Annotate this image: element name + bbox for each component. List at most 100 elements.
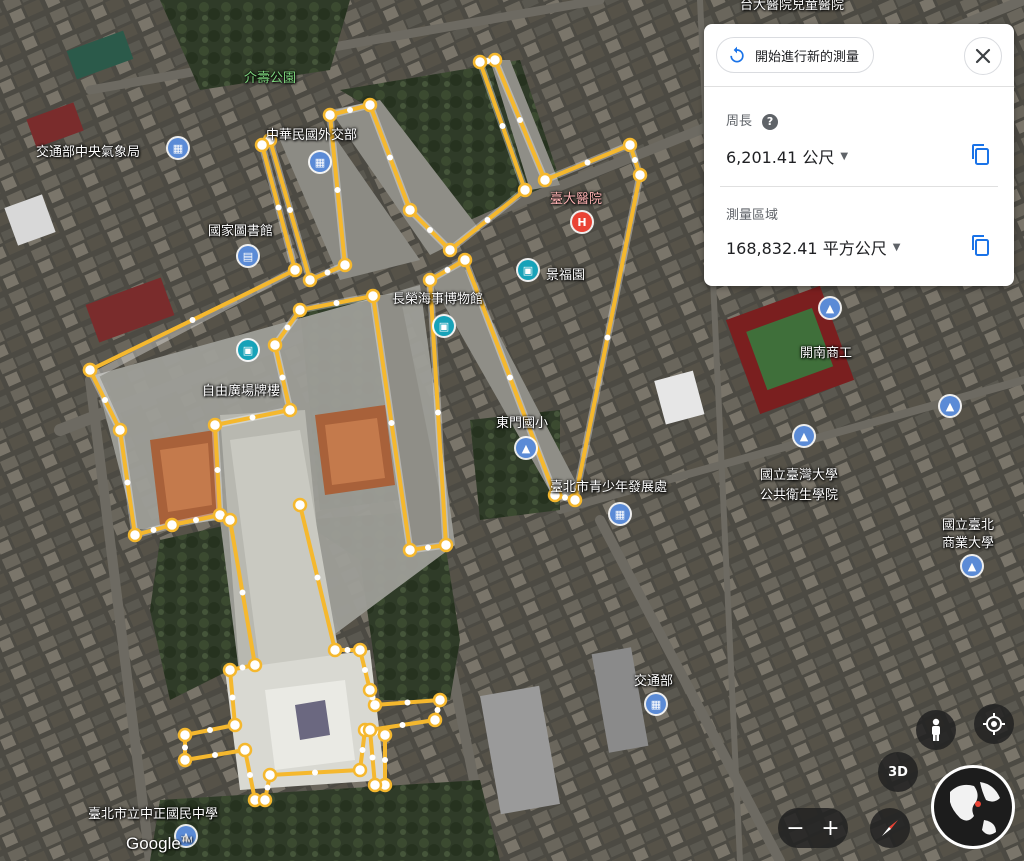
new-measurement-button[interactable]: 開始進行新的測量 [716, 37, 875, 73]
measurement-midpoint[interactable] [362, 667, 368, 673]
measurement-midpoint[interactable] [404, 699, 411, 706]
measurement-vertex[interactable] [432, 692, 448, 708]
measurement-vertex[interactable] [427, 712, 443, 728]
measurement-midpoint[interactable] [435, 409, 441, 416]
measurement-vertex[interactable] [237, 742, 253, 758]
school-poi-icon[interactable]: ▲ [820, 298, 840, 318]
measurement-vertex[interactable] [267, 337, 283, 353]
school-poi-icon[interactable]: ▲ [940, 396, 960, 416]
measurement-midpoint[interactable] [434, 707, 441, 713]
school-poi-icon[interactable]: ▲ [962, 556, 982, 576]
measurement-vertex[interactable] [457, 252, 473, 268]
measurement-vertex[interactable] [622, 137, 638, 153]
measurement-midpoint[interactable] [189, 317, 196, 323]
measurement-midpoint[interactable] [193, 517, 199, 523]
measurement-vertex[interactable] [632, 167, 648, 183]
measurement-midpoint[interactable] [275, 204, 282, 211]
measurement-vertex[interactable] [362, 682, 378, 698]
measurement-vertex[interactable] [164, 517, 180, 533]
measurement-midpoint[interactable] [264, 784, 271, 791]
measurement-midpoint[interactable] [444, 267, 451, 273]
measurement-midpoint[interactable] [517, 117, 523, 123]
measurement-midpoint[interactable] [427, 227, 433, 233]
measurement-midpoint[interactable] [425, 544, 431, 551]
3d-toggle-button[interactable]: 3D [878, 752, 918, 792]
measurement-vertex[interactable] [327, 642, 343, 658]
copy-icon[interactable] [968, 142, 992, 166]
compass-button[interactable] [870, 808, 910, 848]
government-poi-icon[interactable]: ▦ [168, 138, 188, 158]
measurement-vertex[interactable] [367, 697, 383, 713]
zoom-in-button[interactable]: + [816, 816, 846, 841]
measurement-midpoint[interactable] [314, 574, 321, 581]
measurement-midpoint[interactable] [207, 727, 213, 733]
measurement-vertex[interactable] [302, 272, 318, 288]
measurement-vertex[interactable] [207, 417, 223, 433]
measurement-midpoint[interactable] [239, 589, 246, 596]
measurement-midpoint[interactable] [344, 647, 351, 653]
measurement-vertex[interactable] [82, 362, 98, 378]
measurement-midpoint[interactable] [102, 397, 108, 403]
perimeter-unit-dropdown[interactable]: 6,201.41 公尺 ▼ [726, 144, 848, 168]
measurement-vertex[interactable] [292, 302, 308, 318]
measurement-vertex[interactable] [292, 497, 308, 513]
measurement-midpoint[interactable] [359, 747, 366, 753]
museum-poi-icon[interactable]: ▣ [434, 316, 454, 336]
measurement-midpoint[interactable] [247, 772, 253, 778]
school-poi-icon[interactable]: ▲ [794, 426, 814, 446]
measurement-vertex[interactable] [352, 642, 368, 658]
measurement-vertex[interactable] [177, 752, 193, 768]
measurement-vertex[interactable] [177, 727, 193, 743]
measurement-vertex[interactable] [537, 172, 553, 188]
school-poi-icon[interactable]: ▲ [516, 438, 536, 458]
measurement-vertex[interactable] [487, 52, 503, 68]
hospital-poi-icon[interactable]: H [572, 212, 592, 232]
measurement-midpoint[interactable] [484, 217, 491, 223]
measurement-midpoint[interactable] [399, 722, 406, 728]
government-poi-icon[interactable]: ▦ [646, 694, 666, 714]
street-view-pegman-button[interactable] [916, 710, 956, 750]
measurement-midpoint[interactable] [387, 154, 393, 161]
measurement-vertex[interactable] [362, 97, 378, 113]
measurement-vertex[interactable] [422, 272, 438, 288]
landmark-poi-icon[interactable]: ▣ [238, 340, 258, 360]
measurement-vertex[interactable] [402, 542, 418, 558]
measurement-vertex[interactable] [322, 107, 338, 123]
measurement-midpoint[interactable] [124, 479, 131, 486]
zoom-out-button[interactable]: − [781, 816, 811, 841]
library-poi-icon[interactable]: ▤ [238, 246, 258, 266]
measurement-midpoint[interactable] [212, 752, 218, 758]
measurement-vertex[interactable] [402, 202, 418, 218]
my-location-button[interactable] [974, 704, 1014, 744]
landmark-poi-icon[interactable]: ▣ [518, 260, 538, 280]
measurement-vertex[interactable] [377, 727, 393, 743]
measurement-vertex[interactable] [367, 777, 383, 793]
measurement-midpoint[interactable] [388, 420, 395, 426]
measurement-vertex[interactable] [567, 492, 583, 508]
measurement-midpoint[interactable] [229, 694, 236, 701]
measurement-midpoint[interactable] [182, 744, 188, 751]
measurement-midpoint[interactable] [347, 107, 353, 113]
help-icon[interactable]: ? [762, 113, 779, 130]
measurement-vertex[interactable] [287, 262, 303, 278]
measurement-midpoint[interactable] [214, 467, 221, 473]
measurement-midpoint[interactable] [249, 414, 256, 421]
measurement-midpoint[interactable] [333, 300, 340, 306]
measurement-vertex[interactable] [365, 288, 381, 304]
measurement-vertex[interactable] [247, 657, 263, 673]
copy-icon[interactable] [968, 233, 992, 257]
globe-view-button[interactable] [930, 764, 1016, 850]
measurement-vertex[interactable] [438, 537, 454, 553]
measurement-midpoint[interactable] [369, 754, 376, 761]
government-poi-icon[interactable]: ▦ [310, 152, 330, 172]
measurement-midpoint[interactable] [150, 527, 157, 533]
close-button[interactable] [964, 37, 1002, 75]
measurement-vertex[interactable] [222, 512, 238, 528]
measurement-vertex[interactable] [262, 767, 278, 783]
measurement-vertex[interactable] [442, 242, 458, 258]
government-poi-icon[interactable]: ▦ [610, 504, 630, 524]
measurement-midpoint[interactable] [632, 157, 638, 163]
measurement-vertex[interactable] [282, 402, 298, 418]
measurement-vertex[interactable] [127, 527, 143, 543]
measurement-midpoint[interactable] [562, 494, 568, 501]
